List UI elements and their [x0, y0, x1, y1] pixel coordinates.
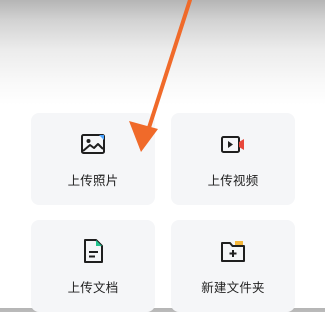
- upload-document-label: 上传文档: [67, 279, 119, 295]
- upload-options-sheet: 上传照片 上传视频 上传文档 新建文件夹: [0, 0, 325, 312]
- upload-photo-label: 上传照片: [67, 172, 119, 188]
- new-folder-label: 新建文件夹: [201, 279, 265, 295]
- new-folder-button[interactable]: 新建文件夹: [171, 220, 295, 312]
- upload-photo-button[interactable]: 上传照片: [31, 113, 155, 205]
- upload-document-button[interactable]: 上传文档: [31, 220, 155, 312]
- image-icon: [81, 133, 105, 154]
- upload-video-button[interactable]: 上传视频: [171, 113, 295, 205]
- new-folder-icon: [221, 240, 245, 262]
- document-icon: [84, 238, 103, 263]
- video-icon: [221, 135, 244, 153]
- upload-video-label: 上传视频: [207, 172, 259, 188]
